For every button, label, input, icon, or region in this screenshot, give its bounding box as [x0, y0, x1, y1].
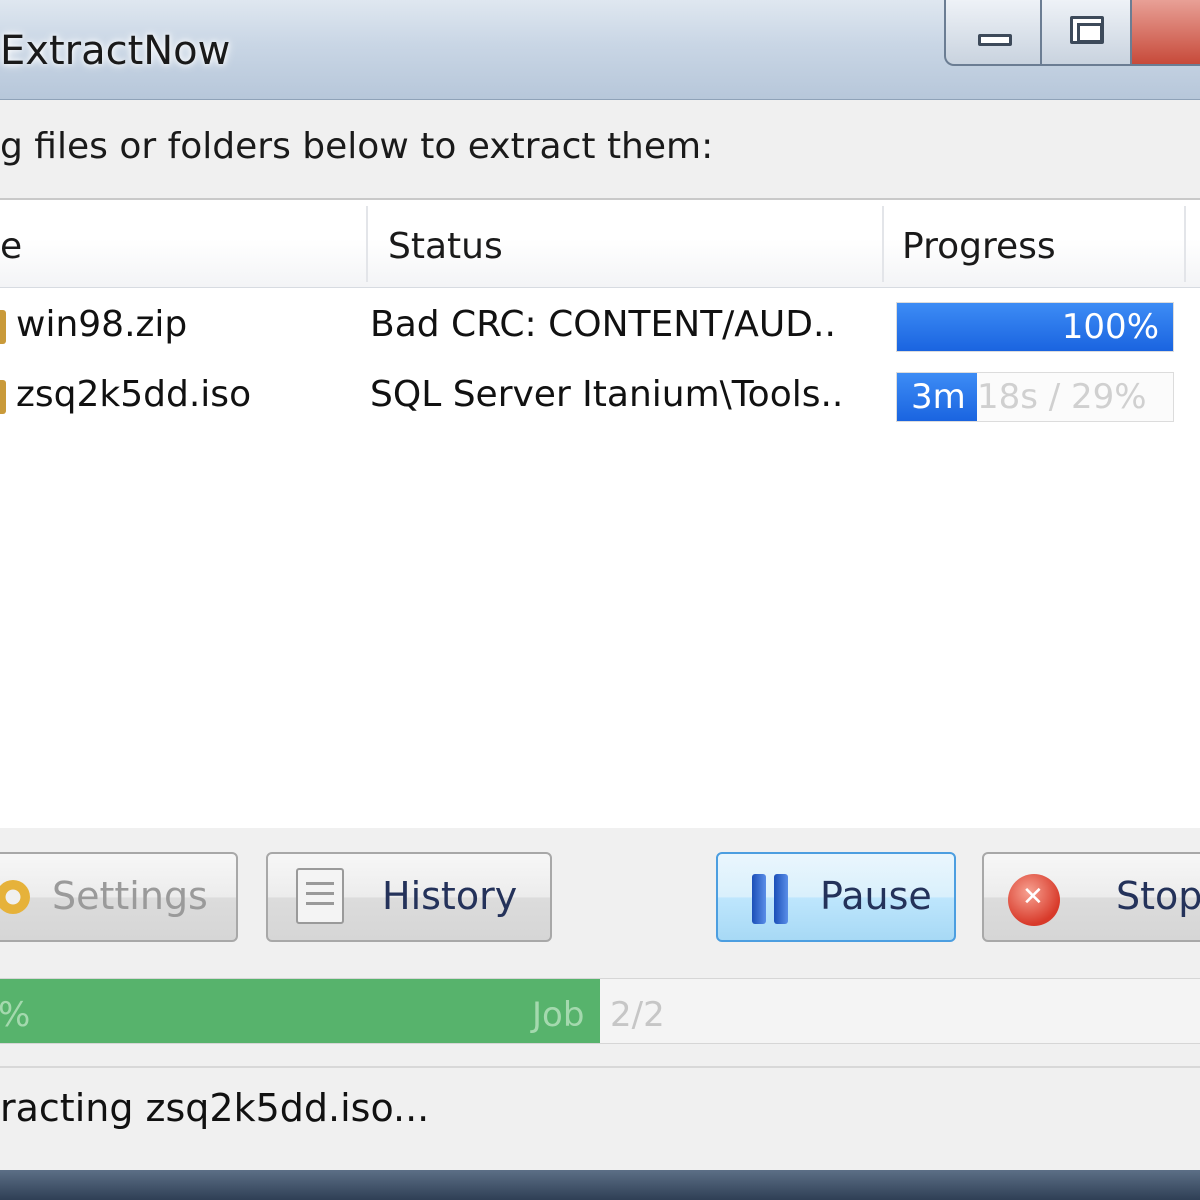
- close-button[interactable]: [1130, 0, 1200, 66]
- title-bar: ExtractNow: [0, 0, 1200, 100]
- column-header-status[interactable]: Status: [388, 200, 503, 286]
- status-text: racting zsq2k5dd.iso...: [0, 1086, 430, 1130]
- pause-label: Pause: [820, 874, 932, 918]
- file-name: zsq2k5dd.iso: [16, 374, 252, 415]
- file-progress-time: 3m: [911, 377, 966, 417]
- column-divider[interactable]: [882, 206, 884, 282]
- maximize-icon: [1070, 16, 1104, 44]
- settings-label: Settings: [52, 874, 208, 918]
- file-progress-text: 18s / 29%: [977, 377, 1147, 417]
- history-label: History: [382, 874, 518, 918]
- column-header-name[interactable]: e: [0, 200, 22, 286]
- stop-icon: [1008, 874, 1060, 926]
- overall-progress-fill: [0, 979, 600, 1043]
- history-button[interactable]: History: [266, 852, 552, 942]
- file-status: SQL Server Itanium\Tools..: [370, 374, 844, 415]
- pause-icon: [752, 874, 792, 924]
- minimize-button[interactable]: [944, 0, 1042, 66]
- gear-icon: [0, 880, 30, 914]
- minimize-icon: [978, 34, 1012, 46]
- window-title: ExtractNow: [0, 28, 231, 74]
- file-list[interactable]: e Status Progress win98.zip Bad CRC: CON…: [0, 198, 1200, 828]
- window-controls: [944, 0, 1200, 68]
- disc-image-icon: [0, 380, 6, 414]
- file-progress-bar: 3m 18s / 29%: [896, 372, 1174, 422]
- file-progress-text: 100%: [1061, 307, 1159, 347]
- column-divider[interactable]: [1184, 206, 1186, 282]
- archive-icon: [0, 310, 6, 344]
- list-header: e Status Progress: [0, 200, 1200, 288]
- file-progress-bar: 100%: [896, 302, 1174, 352]
- overall-progress-bar: % Job 2/2: [0, 978, 1200, 1044]
- document-icon: [296, 868, 344, 924]
- list-item[interactable]: zsq2k5dd.iso SQL Server Itanium\Tools.. …: [0, 360, 1200, 430]
- stop-button[interactable]: Stop: [982, 852, 1200, 942]
- column-header-progress[interactable]: Progress: [902, 200, 1056, 286]
- overall-job-count: 2/2: [610, 995, 665, 1035]
- column-divider[interactable]: [366, 206, 368, 282]
- list-item[interactable]: win98.zip Bad CRC: CONTENT/AUD.. 100%: [0, 290, 1200, 360]
- overall-job-label: Job: [532, 995, 585, 1035]
- taskbar: [0, 1170, 1200, 1200]
- settings-button[interactable]: Settings: [0, 852, 238, 942]
- status-bar: racting zsq2k5dd.iso...: [0, 1066, 1200, 1170]
- stop-label: Stop: [1116, 874, 1200, 918]
- overall-percent: %: [0, 995, 31, 1035]
- maximize-button[interactable]: [1040, 0, 1132, 66]
- pause-button[interactable]: Pause: [716, 852, 956, 942]
- file-name: win98.zip: [16, 304, 188, 345]
- drop-instruction: g files or folders below to extract them…: [0, 126, 714, 167]
- file-status: Bad CRC: CONTENT/AUD..: [370, 304, 836, 345]
